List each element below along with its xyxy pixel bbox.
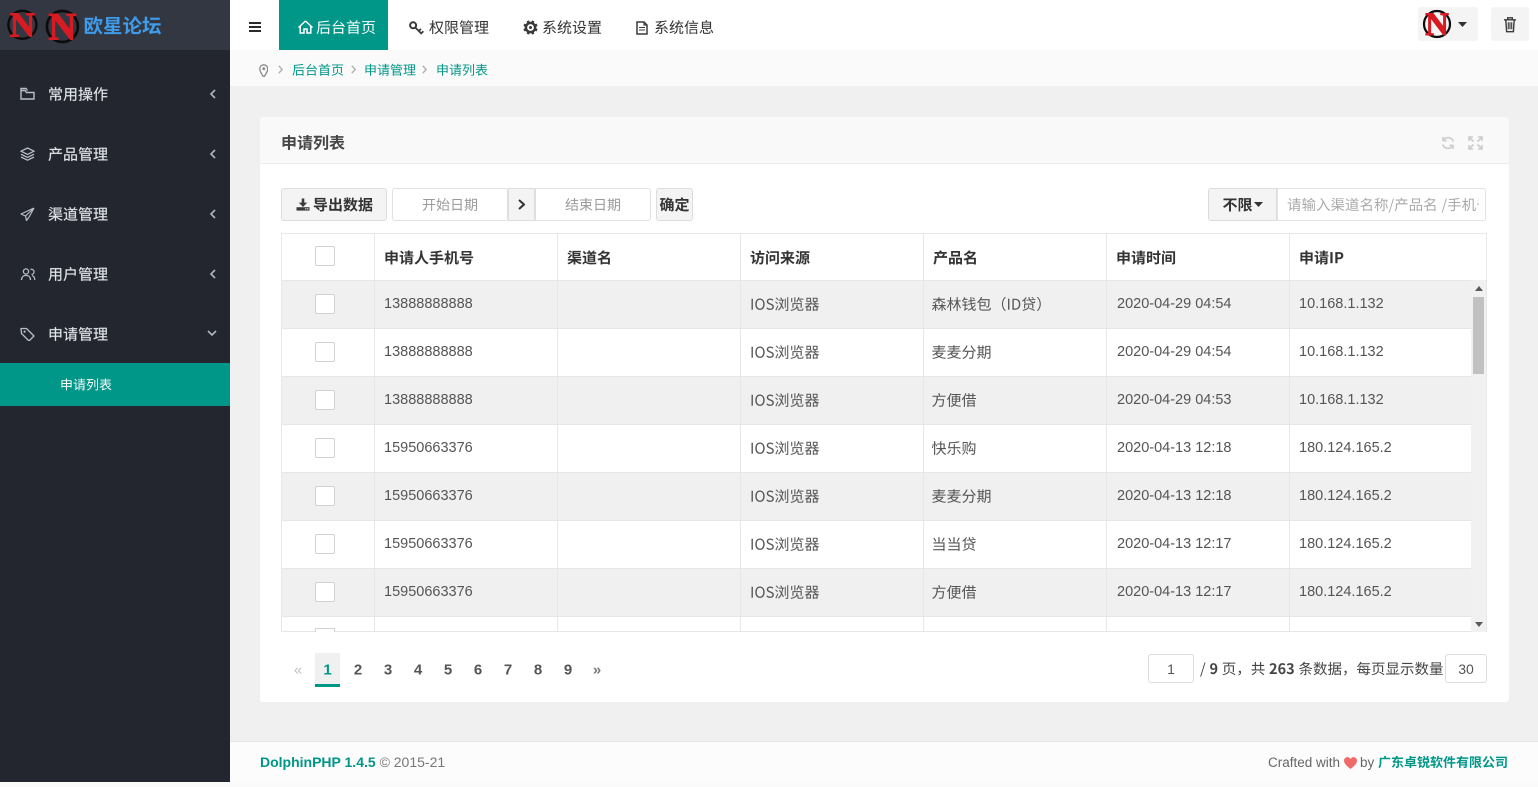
svg-text:N: N	[10, 6, 35, 45]
svg-text:N: N	[48, 6, 76, 49]
svg-text:N: N	[1425, 7, 1449, 43]
